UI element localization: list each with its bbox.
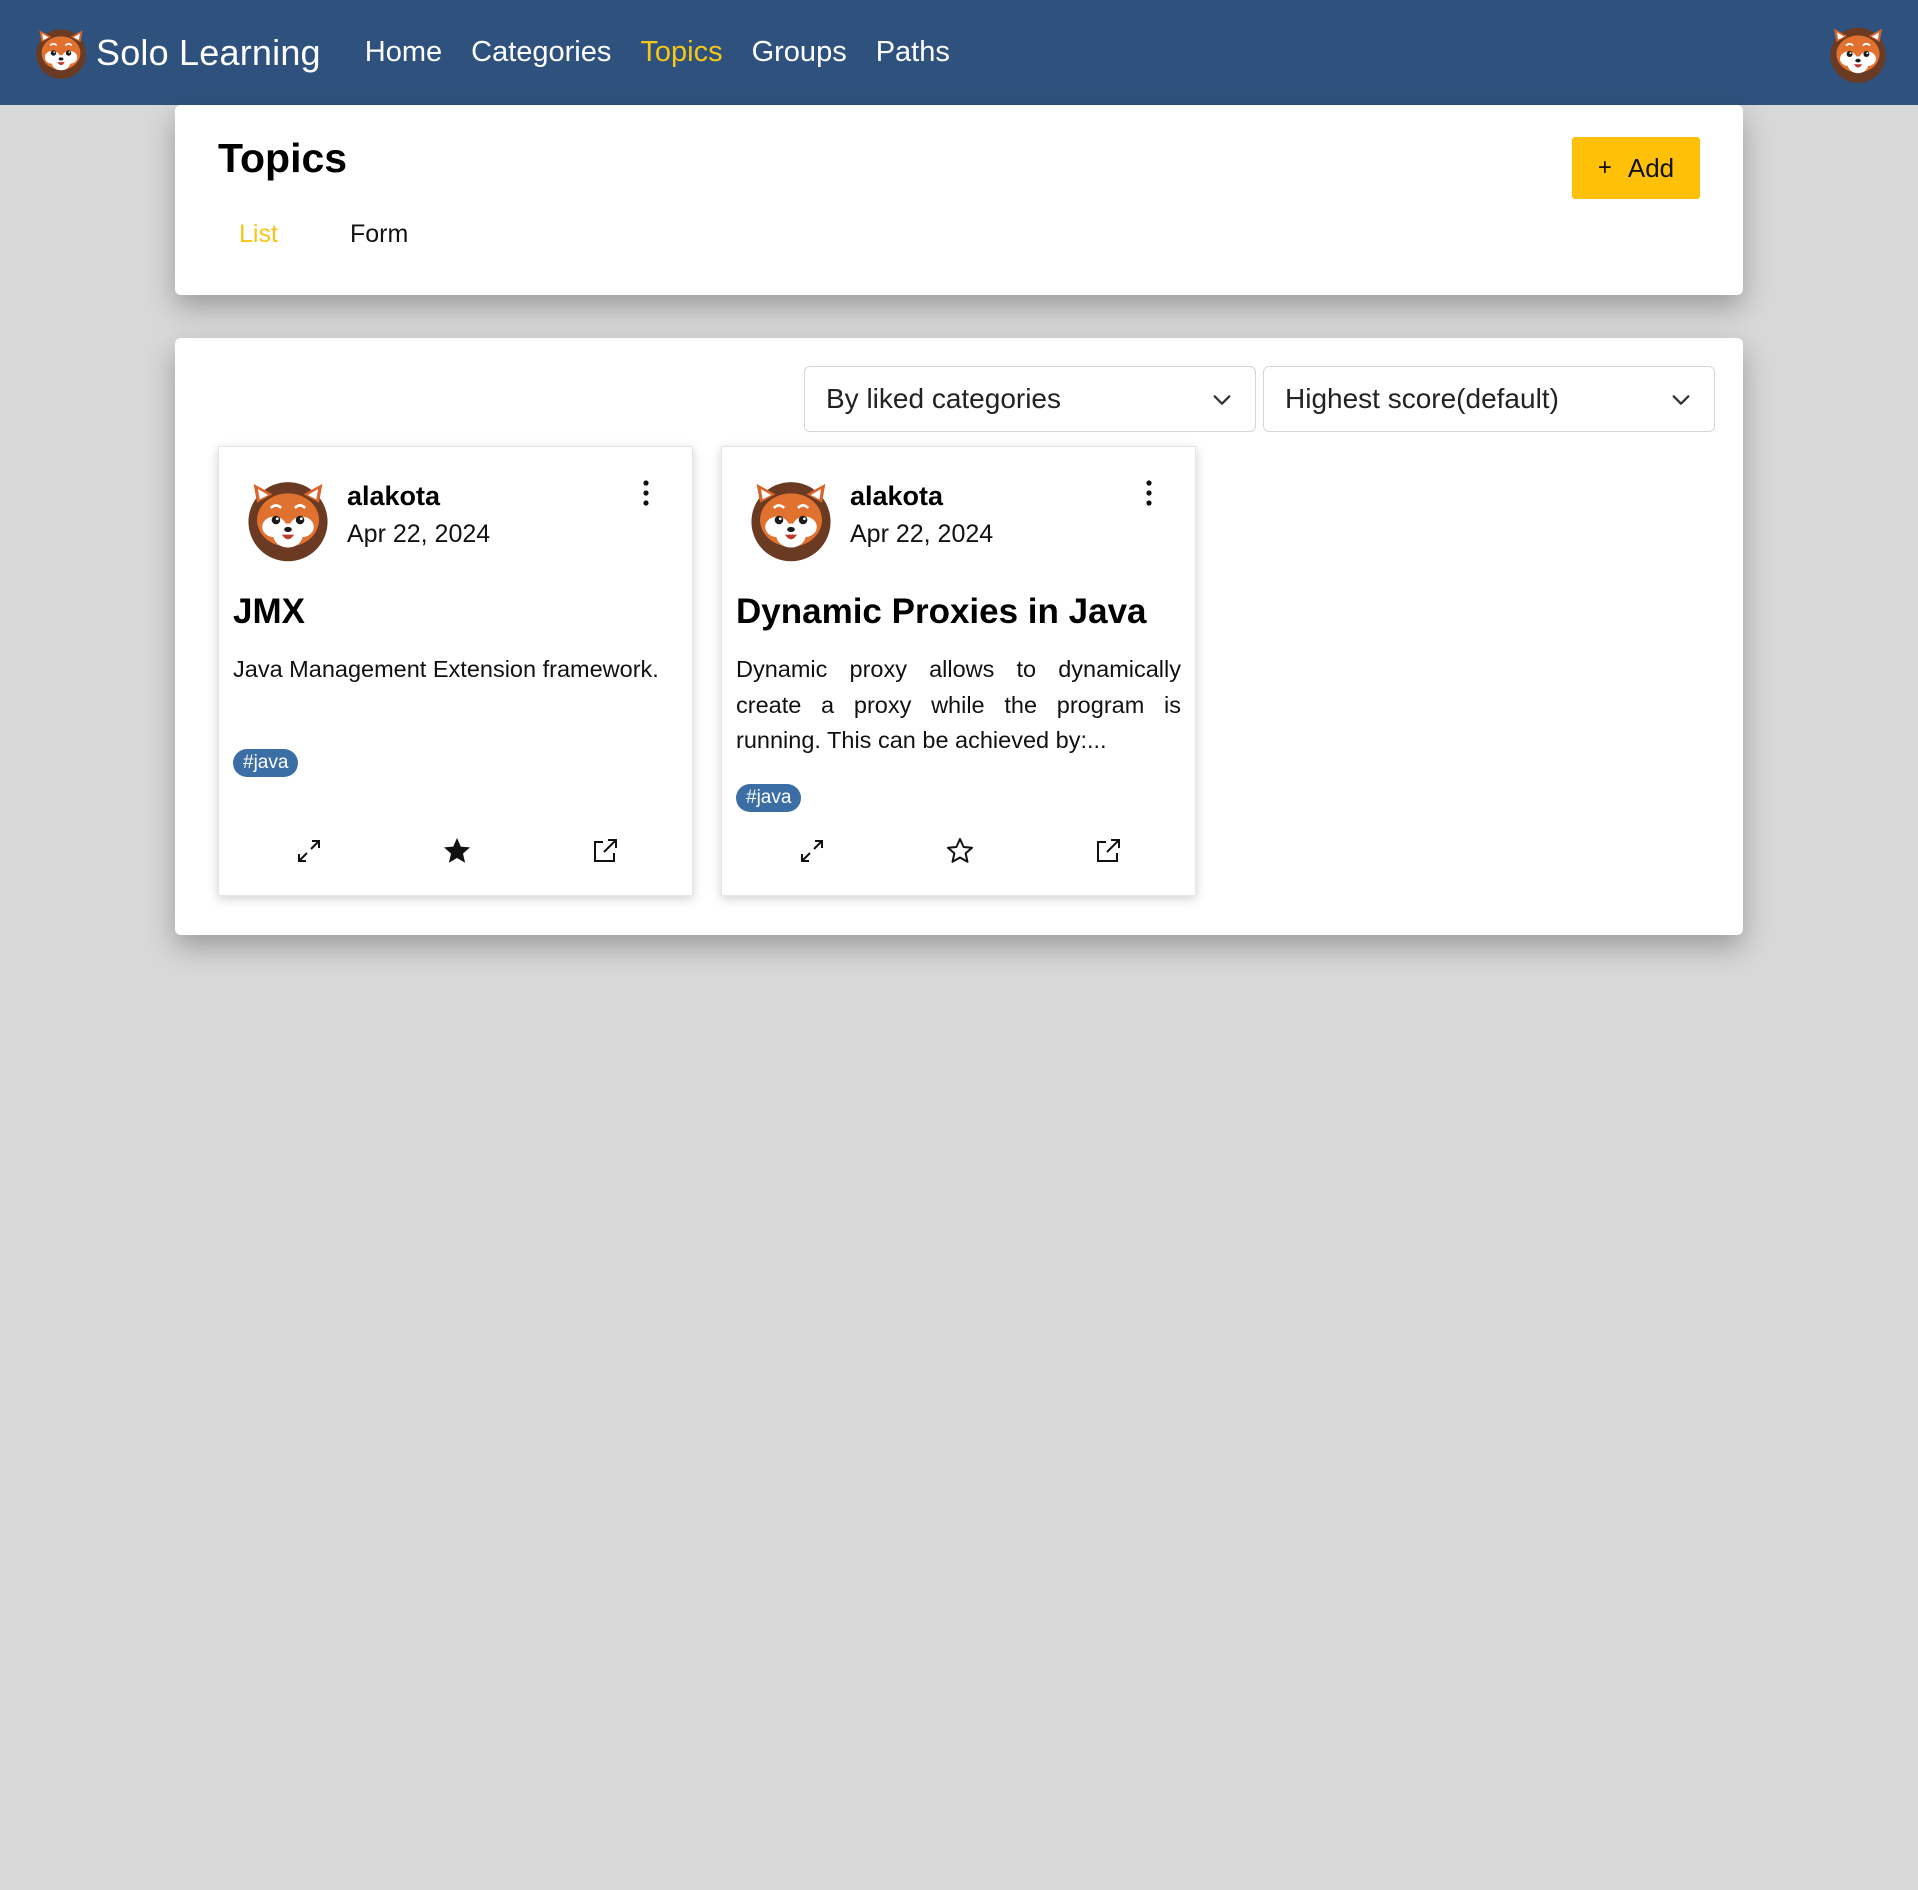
- card-date: Apr 22, 2024: [347, 520, 491, 548]
- nav-link-paths[interactable]: Paths: [876, 36, 950, 69]
- nav-link-groups[interactable]: Groups: [752, 36, 847, 69]
- tab-form[interactable]: Form: [350, 220, 408, 249]
- external-link-icon[interactable]: [1092, 835, 1124, 867]
- topics-header-card: Topics List Form + Add: [175, 105, 1743, 295]
- star-outline-icon[interactable]: [944, 835, 976, 867]
- user-avatar-icon[interactable]: [1828, 24, 1888, 84]
- nav-links: Home Categories Topics Groups Paths: [365, 36, 979, 69]
- chevron-down-icon: [1213, 395, 1231, 405]
- card-description: Java Management Extension framework.: [233, 656, 659, 682]
- expand-icon[interactable]: [293, 835, 325, 867]
- card-author: alakota: [347, 481, 441, 511]
- card-title: Dynamic Proxies in Java: [736, 592, 1147, 631]
- topic-card[interactable]: alakota Apr 22, 2024 Dynamic Proxies in …: [721, 446, 1196, 896]
- card-actions: [722, 835, 1195, 875]
- author-avatar-icon: [748, 477, 834, 563]
- red-panda-logo-icon: [34, 26, 88, 80]
- top-navbar: Solo Learning Home Categories Topics Gro…: [0, 0, 1918, 105]
- card-title: JMX: [233, 592, 305, 631]
- author-avatar-icon: [245, 477, 331, 563]
- add-button-label: Add: [1627, 152, 1675, 183]
- star-filled-icon[interactable]: [441, 835, 473, 867]
- card-actions: [219, 835, 692, 875]
- tab-list[interactable]: List: [239, 220, 278, 249]
- add-topic-button[interactable]: + Add: [1572, 137, 1700, 199]
- topic-card[interactable]: alakota Apr 22, 2024 JMX Java Management…: [218, 446, 693, 896]
- page-title: Topics: [218, 135, 348, 181]
- external-link-icon[interactable]: [589, 835, 621, 867]
- tag-badge[interactable]: #java: [233, 749, 299, 777]
- card-author: alakota: [850, 481, 944, 511]
- sort-value: Highest score(default): [1285, 383, 1559, 414]
- card-date: Apr 22, 2024: [850, 520, 994, 548]
- tag-badge[interactable]: #java: [736, 784, 802, 812]
- chevron-down-icon: [1672, 395, 1690, 405]
- more-options-icon[interactable]: [640, 479, 652, 507]
- card-description: Dynamic proxy allows to dynamically crea…: [736, 656, 1181, 753]
- category-filter-value: By liked categories: [826, 383, 1062, 414]
- topics-list-card: By liked categories Highest score(defaul…: [175, 338, 1743, 935]
- nav-link-topics[interactable]: Topics: [640, 36, 722, 69]
- more-options-icon[interactable]: [1143, 479, 1155, 507]
- nav-link-categories[interactable]: Categories: [471, 36, 611, 69]
- plus-icon: +: [1597, 154, 1612, 181]
- brand-name: Solo Learning: [96, 31, 321, 73]
- brand-link[interactable]: Solo Learning: [34, 26, 321, 80]
- expand-icon[interactable]: [796, 835, 828, 867]
- category-filter-select[interactable]: By liked categories: [804, 366, 1256, 432]
- nav-link-home[interactable]: Home: [365, 36, 442, 69]
- sort-select[interactable]: Highest score(default): [1263, 366, 1715, 432]
